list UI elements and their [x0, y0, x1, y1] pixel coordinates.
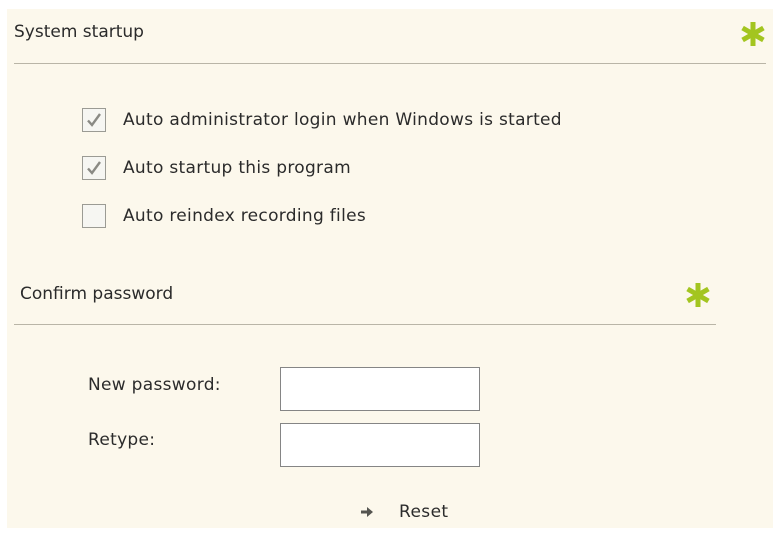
new-password-input[interactable]: [280, 367, 480, 411]
system-startup-title: System startup: [14, 22, 144, 42]
reset-label: Reset: [399, 502, 449, 522]
asterisk-icon: [741, 22, 765, 46]
option-label: Auto startup this program: [123, 158, 351, 178]
option-auto-reindex[interactable]: Auto reindex recording files: [82, 203, 366, 229]
confirm-password-title: Confirm password: [20, 284, 174, 304]
option-label: Auto reindex recording files: [123, 206, 367, 226]
option-label: Auto administrator login when Windows is…: [123, 110, 562, 130]
checkbox[interactable]: [82, 108, 106, 132]
checkmark-icon: [87, 113, 101, 127]
section-divider: [14, 324, 716, 325]
retype-label: Retype:: [88, 430, 156, 450]
option-auto-startup[interactable]: Auto startup this program: [82, 155, 351, 181]
section-divider: [14, 63, 766, 64]
checkmark-icon: [87, 161, 101, 175]
checkbox[interactable]: [82, 204, 106, 228]
checkbox[interactable]: [82, 156, 106, 180]
option-auto-admin-login[interactable]: Auto administrator login when Windows is…: [82, 107, 562, 133]
new-password-label: New password:: [88, 375, 221, 395]
asterisk-icon: [686, 283, 710, 307]
arrow-right-icon: [361, 507, 373, 517]
reset-button[interactable]: Reset: [360, 500, 449, 524]
retype-password-input[interactable]: [280, 423, 480, 467]
